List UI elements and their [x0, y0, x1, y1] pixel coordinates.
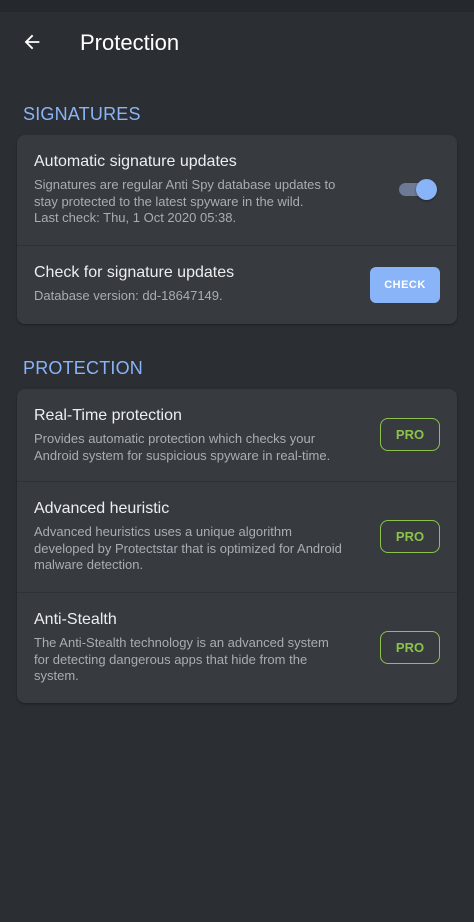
arrow-left-icon	[24, 34, 40, 50]
auto-update-toggle[interactable]	[399, 179, 437, 200]
row-check-signature-updates: Check for signature updates Database ver…	[17, 246, 457, 324]
section-title-protection: PROTECTION	[23, 358, 144, 378]
row-title: Advanced heuristic	[34, 500, 170, 517]
section-title-signatures: SIGNATURES	[23, 104, 141, 124]
row-description: Signatures are regular Anti Spy database…	[34, 177, 336, 225]
check-button[interactable]: CHECK	[370, 267, 440, 303]
row-description: Advanced heuristics uses a unique algori…	[34, 524, 342, 572]
protection-card: Real-Time protection Provides automatic …	[17, 389, 457, 703]
signatures-card: Automatic signature updates Signatures a…	[17, 135, 457, 324]
row-title: Anti-Stealth	[34, 611, 117, 628]
page-title: Protection	[80, 30, 180, 55]
back-button[interactable]	[18, 28, 46, 56]
app-bar: Protection	[0, 12, 474, 74]
row-title: Real-Time protection	[34, 407, 182, 424]
pro-button[interactable]: PRO	[380, 631, 440, 664]
row-description: Provides automatic protection which chec…	[34, 431, 331, 463]
row-title: Automatic signature updates	[34, 153, 237, 170]
toggle-thumb	[416, 179, 437, 200]
pro-button[interactable]: PRO	[380, 418, 440, 451]
row-advanced-heuristic: Advanced heuristic Advanced heuristics u…	[17, 482, 457, 593]
row-real-time-protection: Real-Time protection Provides automatic …	[17, 389, 457, 482]
row-automatic-signature-updates[interactable]: Automatic signature updates Signatures a…	[17, 135, 457, 246]
database-version: Database version: dd-18647149.	[34, 288, 223, 303]
status-bar	[0, 0, 474, 12]
row-anti-stealth: Anti-Stealth The Anti-Stealth technology…	[17, 593, 457, 703]
pro-button[interactable]: PRO	[380, 520, 440, 553]
row-description: The Anti-Stealth technology is an advanc…	[34, 635, 329, 683]
